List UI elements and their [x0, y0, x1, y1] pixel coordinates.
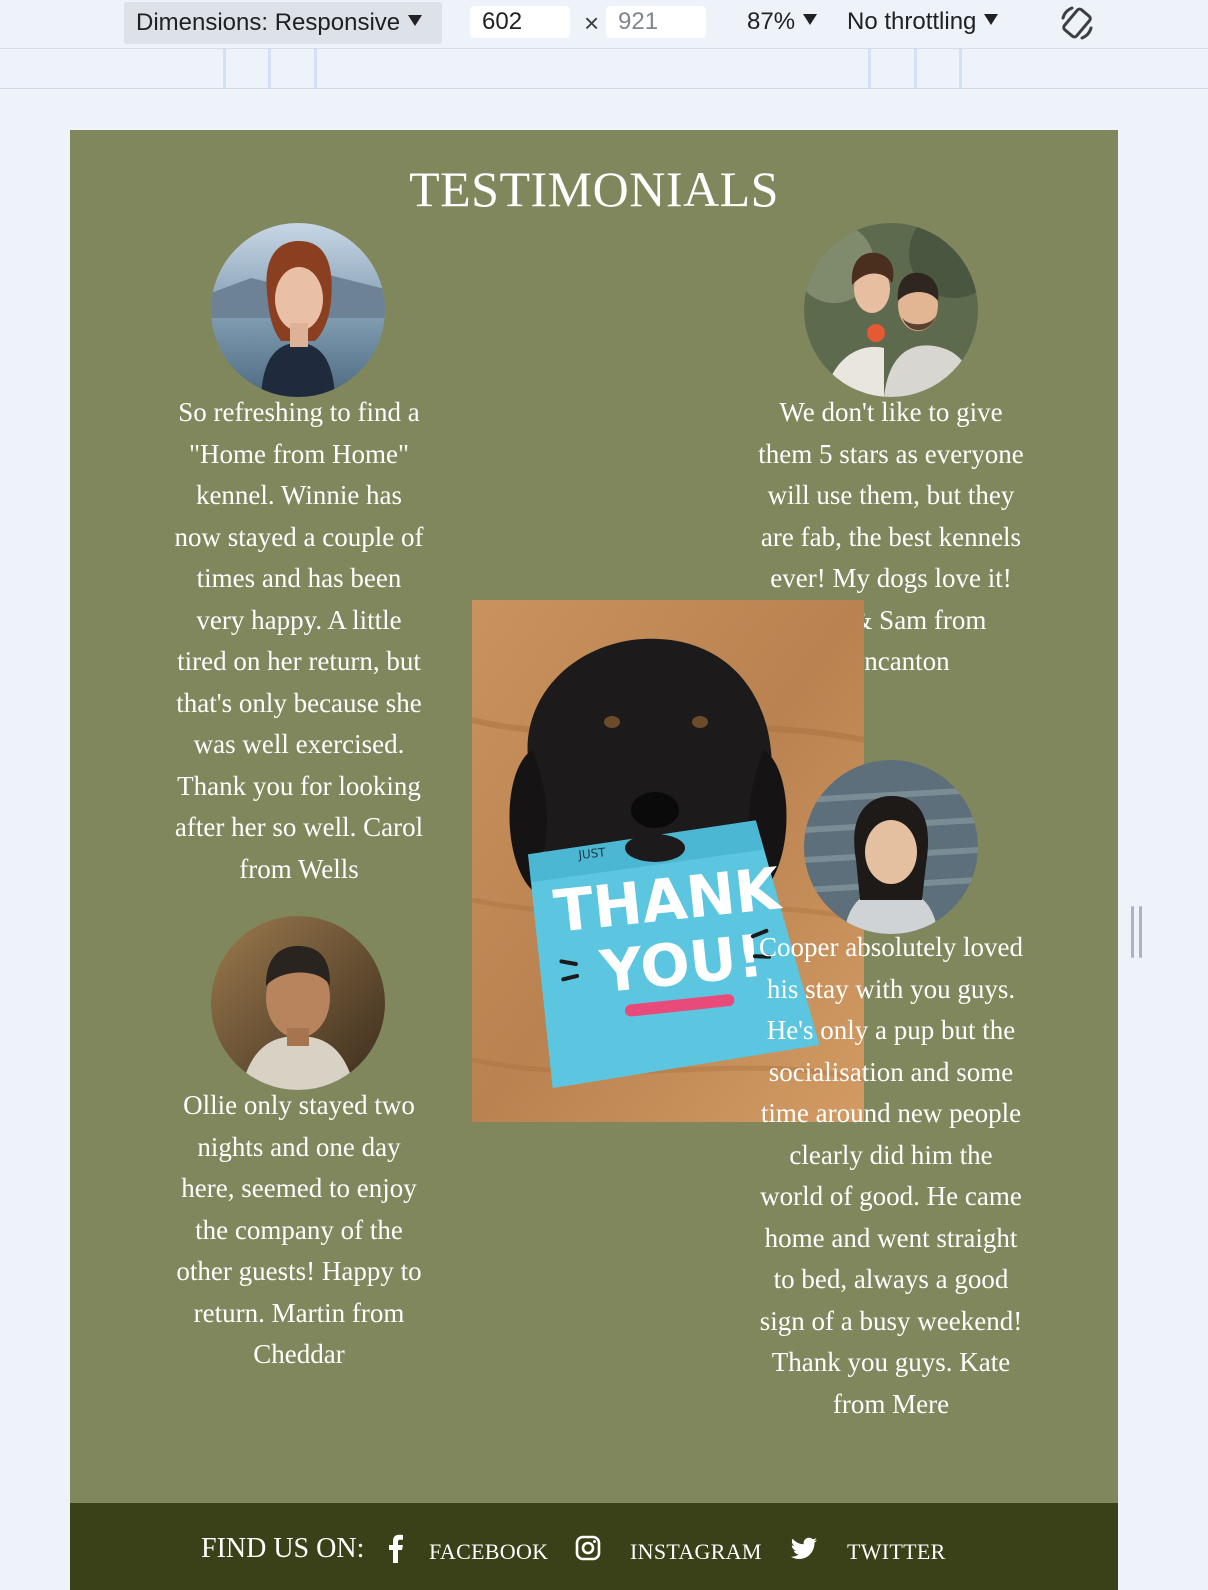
height-input[interactable]: 921: [606, 6, 706, 38]
avatar-young-woman: [804, 760, 978, 934]
facebook-link[interactable]: FACEBOOK: [429, 1539, 548, 1565]
testimonial-text: So refreshing to find a "Home from Home"…: [174, 397, 424, 884]
times-symbol: ×: [584, 8, 600, 38]
find-us-label: FIND US ON:: [201, 1533, 365, 1564]
zoom-value: 87%: [747, 8, 796, 35]
chevron-down-icon: [803, 14, 818, 26]
page-title: TESTIMONIALS: [409, 161, 779, 217]
dimensions-dropdown[interactable]: Dimensions: Responsive: [124, 2, 442, 44]
twitter-link[interactable]: TWITTER: [847, 1539, 946, 1565]
testimonial-text: Ollie only stayed two nights and one day…: [176, 1090, 422, 1369]
throttling-dropdown[interactable]: No throttling: [847, 6, 999, 38]
dimensions-label: Dimensions: Responsive: [136, 9, 401, 36]
twitter-icon[interactable]: [789, 1533, 819, 1563]
avatar-couple: [804, 223, 978, 397]
avatar-woman-red-hair: [211, 223, 385, 397]
instagram-icon[interactable]: [574, 1533, 602, 1563]
testimonial-text: Cooper absolutely loved his stay with yo…: [759, 932, 1023, 1419]
page-viewport: TESTIMONIALS So refreshing to find a "Ho…: [70, 130, 1118, 1590]
instagram-link[interactable]: INSTAGRAM: [630, 1539, 762, 1565]
throttling-value: No throttling: [847, 8, 977, 35]
device-toolbar: Dimensions: Responsive 602 × 921 87% No …: [0, 0, 1208, 49]
chevron-down-icon: [408, 15, 423, 27]
zoom-dropdown[interactable]: 87%: [747, 6, 818, 38]
facebook-icon[interactable]: [382, 1533, 410, 1563]
media-query-ruler: [0, 49, 1208, 89]
rotate-icon[interactable]: [1058, 4, 1096, 42]
avatar-older-man: [211, 916, 385, 1090]
footer: FIND US ON: FACEBOOK INSTAGRAM TWITTER: [70, 1503, 1118, 1590]
chevron-down-icon: [984, 14, 999, 26]
width-input[interactable]: 602: [470, 6, 570, 38]
viewport-resize-handle[interactable]: [1131, 906, 1143, 958]
